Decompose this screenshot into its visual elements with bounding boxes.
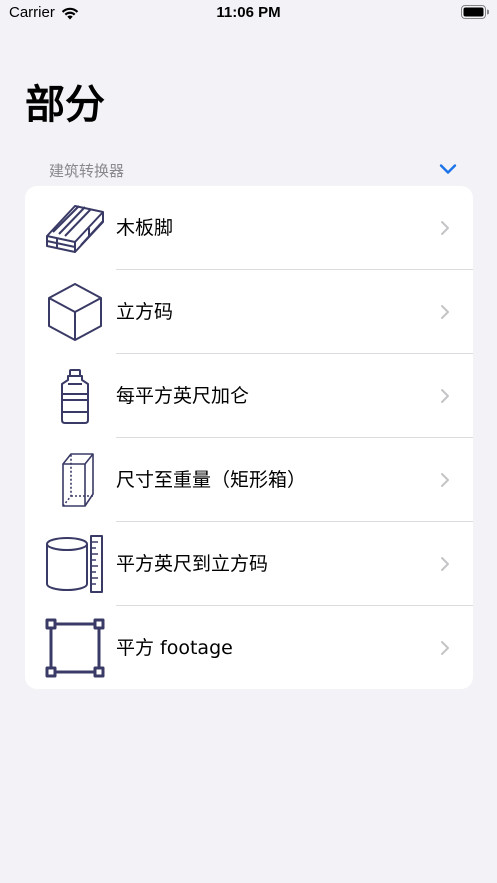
icon-container [45,450,105,510]
lumber-icon [46,205,104,253]
list-item-label: 立方码 [116,301,174,323]
list-item-label: 平方 footage [116,637,233,659]
list-item-dimensions-to-weight[interactable]: 尺寸至重量（矩形箱） [25,438,473,522]
list-item-label: 每平方英尺加仑 [116,385,250,407]
page-title: 部分 [25,82,105,128]
battery-icon [461,5,489,19]
status-bar: Carrier 11:06 PM [0,0,497,26]
chevron-right-icon [441,389,449,403]
list-item-label: 木板脚 [116,217,174,239]
icon-container [45,282,105,342]
list-item-label: 平方英尺到立方码 [116,553,269,575]
section-header[interactable]: 建筑转换器 [25,157,473,181]
chevron-right-icon [441,221,449,235]
section-label: 建筑转换器 [49,162,125,180]
cube-icon [48,283,102,341]
icon-container [45,198,105,258]
water-jug-icon [61,369,89,424]
list-item-square-feet-to-cubic-yards[interactable]: 平方英尺到立方码 [25,522,473,606]
list-item-board-feet[interactable]: 木板脚 [25,186,473,270]
converter-list: 木板脚 立方码 每平方英尺加仑 尺寸至重量（矩形箱） 平方英尺到立方码 平方 f… [25,186,473,689]
chevron-down-icon[interactable] [439,163,457,175]
chevron-right-icon [441,641,449,655]
square-selection-icon [45,618,105,678]
icon-container [45,366,105,426]
list-item-gallons-per-square-foot[interactable]: 每平方英尺加仑 [25,354,473,438]
rectangular-box-icon [62,453,94,507]
icon-container [45,618,105,678]
list-item-cubic-yards[interactable]: 立方码 [25,270,473,354]
icon-container [45,534,105,594]
status-time: 11:06 PM [216,4,281,21]
list-item-label: 尺寸至重量（矩形箱） [116,469,307,491]
list-item-square-footage[interactable]: 平方 footage [25,606,473,689]
chevron-right-icon [441,305,449,319]
cylinder-ruler-icon [46,535,103,593]
chevron-right-icon [441,473,449,487]
chevron-right-icon [441,557,449,571]
